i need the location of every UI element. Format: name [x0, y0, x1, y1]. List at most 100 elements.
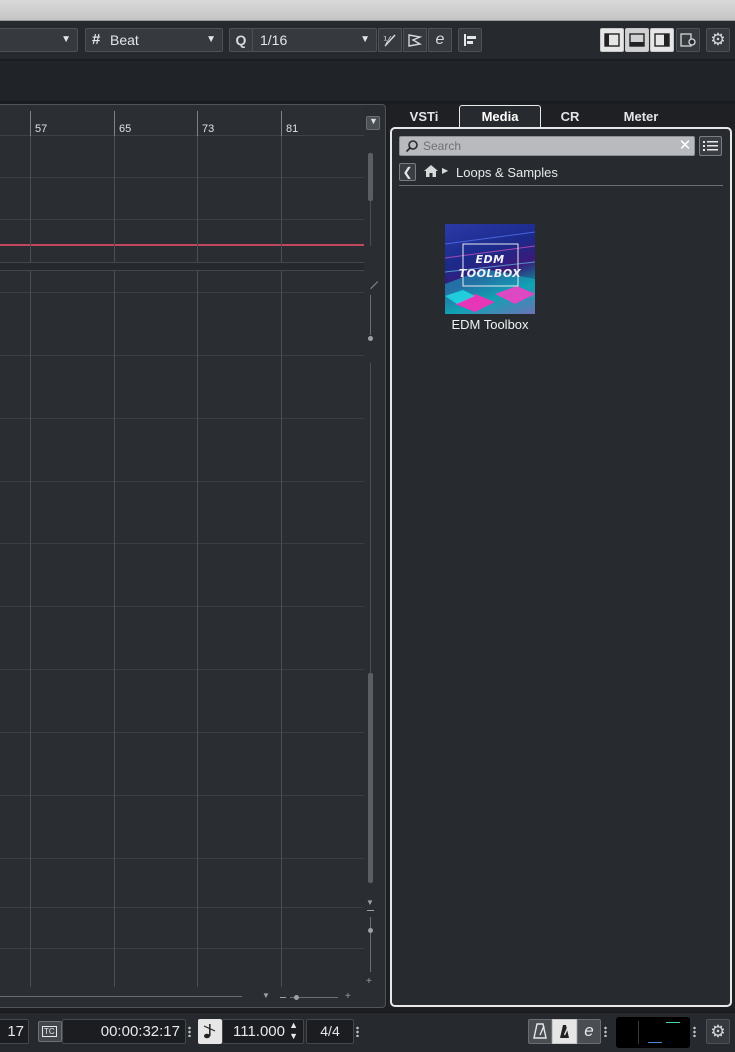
quantize-label: Q	[235, 32, 247, 48]
metronome-button[interactable]	[528, 1019, 552, 1044]
lane-divider	[0, 262, 378, 271]
clear-search-button[interactable]: ✕	[676, 137, 694, 155]
timecode-display[interactable]: 00:00:32:17	[62, 1019, 186, 1044]
tempo-track-button[interactable]	[198, 1019, 222, 1044]
media-item-title[interactable]: EDM Toolbox	[430, 317, 550, 332]
grid-row-line	[0, 481, 364, 482]
time-format-button[interactable]: TC	[38, 1021, 62, 1042]
drag-handle[interactable]	[604, 1026, 607, 1037]
left-zone-toggle[interactable]	[600, 28, 624, 52]
ruler-menu-button[interactable]: ▼	[366, 116, 380, 130]
bar-grid-line	[197, 271, 198, 987]
setup-window-layout-button[interactable]	[676, 28, 700, 52]
chevron-down-icon[interactable]: ▼	[366, 898, 374, 907]
chevron-left-icon: ❮	[402, 165, 413, 179]
drag-handle[interactable]	[356, 1026, 359, 1037]
meter-divider	[638, 1021, 639, 1044]
ruler-tick	[197, 111, 198, 136]
media-item-tile[interactable]: EDM TOOLBOX	[445, 224, 535, 314]
grid-row-line	[0, 948, 364, 949]
grid-icon: #	[92, 31, 101, 48]
bar-position-field[interactable]: 17	[0, 1019, 29, 1044]
cover-text-line: TOOLBOX	[458, 267, 522, 280]
view-mode-button[interactable]	[699, 136, 722, 156]
grid-row-line	[0, 732, 364, 733]
snap-type-dropdown[interactable]: # Beat ▼	[85, 28, 223, 52]
gear-icon: ⚙	[710, 30, 726, 49]
flag-icon	[408, 34, 423, 47]
audio-warp-button[interactable]: e	[428, 28, 452, 52]
lower-scroll-track	[370, 363, 371, 673]
upper-scrollbar-thumb[interactable]	[368, 153, 373, 201]
ruler[interactable]: 57 65 73 81	[0, 105, 364, 136]
bar-grid-line	[114, 136, 115, 262]
tab-cr[interactable]: CR	[552, 108, 588, 128]
left-dropdown[interactable]: ▼	[0, 28, 78, 52]
back-button[interactable]: ❮	[399, 163, 416, 181]
tempo-note-icon	[203, 1024, 216, 1039]
media-item-title-label: EDM Toolbox	[451, 317, 529, 332]
tempo-field[interactable]: 111.000 ▲ ▼	[222, 1019, 304, 1044]
precount-icon	[560, 1025, 569, 1038]
tab-vsti[interactable]: VSTi	[400, 108, 448, 128]
bar-position-value: 17	[7, 1023, 24, 1040]
grid-row-line	[0, 177, 364, 178]
tempo-value: 111.000	[233, 1023, 285, 1040]
iterative-quantize-button[interactable]: ⅟	[378, 28, 402, 52]
tab-meter-label: Meter	[623, 109, 659, 124]
close-icon: ✕	[678, 137, 692, 154]
lower-zone-toggle[interactable]	[625, 28, 649, 52]
bar-grid-line	[30, 136, 31, 262]
grid-row-line	[0, 858, 364, 859]
click-pattern-button[interactable]: e	[577, 1019, 601, 1044]
align-button[interactable]	[458, 28, 482, 52]
horizontal-zoom-handle[interactable]	[294, 995, 299, 1000]
lane-zoom-handle[interactable]	[368, 928, 373, 933]
time-signature-value: 4/4	[320, 1023, 340, 1039]
settings-button[interactable]: ⚙	[706, 28, 730, 52]
stepper-icon[interactable]: ▲ ▼	[289, 1020, 298, 1042]
precount-button[interactable]	[552, 1019, 577, 1044]
breadcrumb[interactable]: Loops & Samples	[456, 165, 558, 180]
tab-cr-label: CR	[560, 109, 580, 124]
grid-row-line	[0, 418, 364, 419]
home-button[interactable]	[423, 164, 441, 180]
svg-text:⅟: ⅟	[383, 35, 392, 47]
mini-level-meter	[616, 1017, 690, 1048]
project-editor: 57 65 73 81 ▼ ▼ + ▼ +	[0, 104, 386, 1008]
quantize-settings-button[interactable]	[403, 28, 427, 52]
chevron-down-icon[interactable]: ▼	[262, 991, 270, 1000]
bar-grid-line	[30, 271, 31, 987]
grid-row-line	[0, 543, 364, 544]
track-lane-lower[interactable]	[0, 271, 364, 987]
grid-row-line	[0, 606, 364, 607]
zoom-plus-icon[interactable]: +	[345, 991, 351, 1002]
time-signature-field[interactable]: 4/4	[306, 1019, 354, 1044]
drag-handle[interactable]	[693, 1026, 696, 1037]
tab-media-label: Media	[481, 109, 519, 124]
search-input[interactable]: Search	[399, 136, 695, 156]
metronome-icon	[533, 1023, 547, 1039]
horizontal-scroll-track[interactable]	[0, 996, 242, 997]
ruler-bar-label: 65	[119, 123, 132, 135]
right-zone-icon	[654, 33, 670, 47]
zoom-plus-icon[interactable]: +	[366, 977, 372, 987]
ruler-bar-label: 81	[286, 123, 299, 135]
zoom-minus-icon[interactable]	[280, 997, 286, 998]
drag-handle[interactable]	[188, 1026, 191, 1037]
zoom-minus-icon[interactable]	[367, 910, 374, 911]
quantize-value-dropdown[interactable]: 1/16 ▼	[252, 28, 377, 52]
tab-media[interactable]: Media	[459, 105, 541, 129]
bar-grid-line	[197, 136, 198, 262]
right-zone-toggle[interactable]	[650, 28, 674, 52]
track-lane-upper[interactable]	[0, 136, 364, 262]
meter-peak-bottom	[648, 1042, 662, 1043]
lower-scrollbar-thumb[interactable]	[368, 673, 373, 883]
chevron-down-icon: ▼	[360, 34, 370, 45]
vertical-zoom-handle[interactable]	[368, 336, 373, 341]
tab-meter[interactable]: Meter	[612, 108, 670, 128]
warp-e-icon: e	[435, 31, 445, 48]
transport-settings-button[interactable]: ⚙	[706, 1019, 730, 1044]
quantize-button[interactable]: Q	[229, 28, 253, 52]
search-icon	[405, 140, 418, 153]
